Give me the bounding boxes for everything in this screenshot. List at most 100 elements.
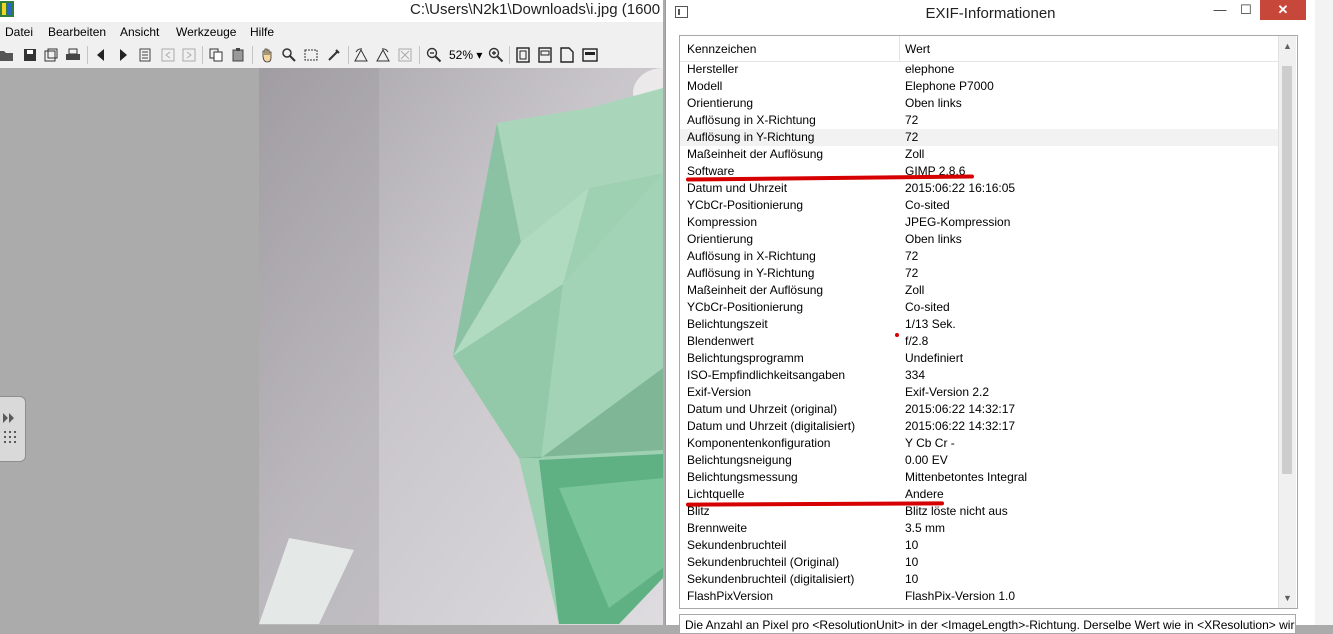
table-row[interactable]: YCbCr-Positionierung Co-sited <box>680 197 1278 214</box>
zoom-tool-icon[interactable] <box>281 47 297 63</box>
save-icon[interactable] <box>22 47 38 63</box>
fit-window-icon[interactable] <box>515 47 531 63</box>
column-header-value[interactable]: Wert <box>905 42 930 56</box>
table-row[interactable]: Auflösung in X-Richtung 72 <box>680 112 1278 129</box>
table-row[interactable]: Hersteller elephone <box>680 61 1278 78</box>
table-row[interactable]: Auflösung in Y-Richtung 72 <box>680 265 1278 282</box>
table-row[interactable]: Maßeinheit der Auflösung Zoll <box>680 282 1278 299</box>
table-row[interactable]: Auflösung in X-Richtung 72 <box>680 248 1278 265</box>
row-key: YCbCr-Positionierung <box>687 198 804 212</box>
fit-width-icon[interactable] <box>537 47 553 63</box>
paste-icon[interactable] <box>230 47 246 63</box>
table-row[interactable]: Sekundenbruchteil (digitalisiert) 10 <box>680 571 1278 588</box>
table-row[interactable]: Belichtungsprogramm Undefiniert <box>680 350 1278 367</box>
table-row[interactable]: Lichtquelle Andere <box>680 486 1278 503</box>
table-row[interactable]: Belichtungsmessung Mittenbetontes Integra… <box>680 469 1278 486</box>
row-key: Belichtungsneigung <box>687 453 792 467</box>
row-key: Auflösung in Y-Richtung <box>687 266 815 280</box>
selection-tool-icon[interactable] <box>303 47 319 63</box>
table-row[interactable]: Komponentenkonfiguration Y Cb Cr - <box>680 435 1278 452</box>
row-key: Datum und Uhrzeit <box>687 181 788 195</box>
row-key: Blendenwert <box>687 334 754 348</box>
fit-icon[interactable] <box>397 47 413 63</box>
table-row[interactable]: Belichtungsneigung 0.00 EV <box>680 452 1278 469</box>
exif-title-bar: EXIF-Informationen — ☐ ✕ <box>666 0 1315 28</box>
row-key: Komponentenkonfiguration <box>687 436 831 450</box>
table-row[interactable]: Orientierung Oben links <box>680 231 1278 248</box>
zoom-out-icon[interactable] <box>426 47 442 63</box>
vertical-scrollbar[interactable]: ▲ ▼ <box>1278 36 1296 608</box>
toolbar-separator <box>419 46 420 64</box>
table-row[interactable]: Sekundenbruchteil 10 <box>680 537 1278 554</box>
scroll-down-arrow-icon[interactable]: ▼ <box>1279 590 1296 606</box>
row-key: Lichtquelle <box>687 487 745 501</box>
column-header-key[interactable]: Kennzeichen <box>687 42 756 56</box>
row-key: Orientierung <box>687 232 754 246</box>
scrollbar-thumb[interactable] <box>1282 66 1292 474</box>
minimize-button[interactable]: — <box>1207 0 1233 20</box>
table-row[interactable]: Modell Elephone P7000 <box>680 78 1278 95</box>
row-key: Maßeinheit der Auflösung <box>687 147 824 161</box>
table-row[interactable]: Belichtungszeit 1/13 Sek. <box>680 316 1278 333</box>
exif-rows: Hersteller elephone Modell Elephone P7000 … <box>680 61 1278 605</box>
original-size-icon[interactable] <box>559 47 575 63</box>
viewer-title-bar: C:\Users\N2k1\Downloads\i.jpg (1600 <box>0 0 663 22</box>
exif-table[interactable]: Kennzeichen Wert Hersteller elephone Mode… <box>679 35 1298 609</box>
print-icon[interactable] <box>65 47 81 63</box>
maximize-button[interactable]: ☐ <box>1233 0 1259 20</box>
table-row[interactable]: Exif-Version Exif-Version 2.2 <box>680 384 1278 401</box>
image-canvas[interactable] <box>0 68 663 625</box>
previous-icon[interactable] <box>93 47 109 63</box>
row-key: Hersteller <box>687 62 739 76</box>
hand-tool-icon[interactable] <box>259 47 275 63</box>
row-value: Co-sited <box>905 300 950 314</box>
table-row[interactable]: Brennweite 3.5 mm <box>680 520 1278 537</box>
scroll-up-arrow-icon[interactable]: ▲ <box>1279 38 1296 54</box>
copy-icon[interactable] <box>208 47 224 63</box>
menu-ansicht[interactable]: Ansicht <box>120 25 159 39</box>
table-row[interactable]: Kompression JPEG-Kompression <box>680 214 1278 231</box>
table-row[interactable]: Blendenwert f/2.8 <box>680 333 1278 350</box>
table-row[interactable]: FlashPixVersion FlashPix-Version 1.0 <box>680 588 1278 605</box>
rotate-left-icon[interactable] <box>353 47 369 63</box>
table-row[interactable]: Datum und Uhrzeit (original) 2015:06:22 1… <box>680 401 1278 418</box>
next-icon[interactable] <box>115 47 131 63</box>
menu-datei[interactable]: Datei <box>5 25 33 39</box>
row-value: 2015:06:22 16:16:05 <box>905 181 1016 195</box>
zoom-in-icon[interactable] <box>488 47 504 63</box>
viewer-title: C:\Users\N2k1\Downloads\i.jpg (1600 <box>410 1 661 18</box>
row-value: 72 <box>905 130 919 144</box>
menu-bearbeiten[interactable]: Bearbeiten <box>48 25 106 39</box>
row-value: 72 <box>905 249 919 263</box>
toolbar: 52% ▾ <box>0 42 663 69</box>
toolbar-separator <box>348 46 349 64</box>
exif-dialog: EXIF-Informationen — ☐ ✕ Kennzeichen Wer… <box>665 0 1316 634</box>
table-row-hovered[interactable]: Auflösung in Y-Richtung 72 <box>680 129 1278 146</box>
first-page-icon[interactable] <box>160 47 176 63</box>
eyedropper-icon[interactable] <box>326 47 342 63</box>
column-divider[interactable] <box>899 36 900 61</box>
open-folder-icon[interactable] <box>0 47 14 63</box>
side-panel-handle[interactable] <box>0 396 26 462</box>
row-value: 72 <box>905 266 919 280</box>
table-row[interactable]: Sekundenbruchteil (Original) 10 <box>680 554 1278 571</box>
row-value: JPEG-Kompression <box>905 215 1011 229</box>
batch-icon[interactable] <box>43 47 59 63</box>
toolbar-separator <box>252 46 253 64</box>
table-row[interactable]: Maßeinheit der Auflösung Zoll <box>680 146 1278 163</box>
annotation-dot <box>895 333 899 337</box>
zoom-dropdown[interactable]: 52% ▾ <box>449 48 482 62</box>
close-button[interactable]: ✕ <box>1260 0 1306 20</box>
row-key: ISO-Empfindlichkeitsangaben <box>687 368 846 382</box>
fullscreen-icon[interactable] <box>582 47 598 63</box>
menu-werkzeuge[interactable]: Werkzeuge <box>176 25 236 39</box>
table-row[interactable]: Orientierung Oben links <box>680 95 1278 112</box>
last-page-icon[interactable] <box>181 47 197 63</box>
slideshow-icon[interactable] <box>137 47 153 63</box>
menu-hilfe[interactable]: Hilfe <box>250 25 274 39</box>
table-row[interactable]: ISO-Empfindlichkeitsangaben 334 <box>680 367 1278 384</box>
table-row[interactable]: Datum und Uhrzeit 2015:06:22 16:16:05 <box>680 180 1278 197</box>
table-row[interactable]: YCbCr-Positionierung Co-sited <box>680 299 1278 316</box>
table-row[interactable]: Datum und Uhrzeit (digitalisiert) 2015:06… <box>680 418 1278 435</box>
rotate-right-icon[interactable] <box>375 47 391 63</box>
